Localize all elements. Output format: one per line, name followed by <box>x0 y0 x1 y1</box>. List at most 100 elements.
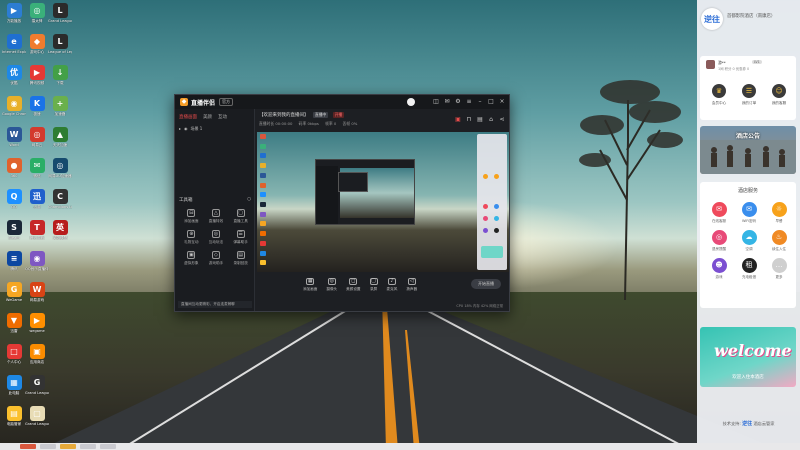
desktop-icon[interactable]: ▶ 腾讯视频 <box>25 65 49 85</box>
desktop-icon[interactable]: ▲ 天天加速 <box>48 127 72 147</box>
desktop-icon[interactable]: ▢ Grand League <box>25 406 49 426</box>
share-icon[interactable]: ⋖ <box>499 117 505 123</box>
service-item[interactable]: ☼ 早餐 <box>764 202 794 224</box>
desktop-icon[interactable]: K 极速 <box>25 96 49 116</box>
welcome-banner[interactable]: welcome 欢迎入住本酒店 <box>700 327 796 387</box>
lock-icon[interactable]: ⊓ <box>466 117 472 123</box>
tab-live-scene[interactable]: 直播画面 <box>179 114 197 120</box>
service-item[interactable]: ☻ 游戏 <box>704 258 734 280</box>
service-item[interactable]: … 更多 <box>764 258 794 280</box>
desktop-icon[interactable]: ▦ 此电脑 <box>2 375 26 395</box>
window-titlebar[interactable]: ◆ 直播伴侣 官方 ◫ ✉ ⚙ ≡ – □ × <box>175 95 509 109</box>
toolbox-item[interactable]: ▣ 虚拟形象 <box>179 251 204 266</box>
control-button[interactable]: ▦ 添加画面 <box>303 278 317 292</box>
tab-beauty[interactable]: 美颜 <box>203 114 212 120</box>
toolbox-item[interactable]: ▢ 直播工具 <box>228 209 253 224</box>
desktop-icon[interactable]: ◎ 网易UU加速器 <box>48 158 72 178</box>
service-item[interactable]: ✉ 在线客服 <box>704 202 734 224</box>
refresh-icon[interactable]: ○ <box>247 197 251 203</box>
control-button[interactable]: ▢ 录屏 <box>369 278 378 292</box>
desktop-icon[interactable]: Q QQ <box>2 189 26 209</box>
user-action[interactable]: ☰ 我的订单 <box>742 84 756 106</box>
desktop-icon[interactable]: LGrand League of <box>48 3 72 23</box>
desktop-icon[interactable]: LLeague of Legends <box>48 34 72 54</box>
close-icon[interactable]: × <box>499 98 505 105</box>
control-button[interactable]: ◁ 扬声器 <box>406 278 417 292</box>
toolbox-item[interactable]: ⊕ 礼物互动 <box>179 230 204 245</box>
start-live-button[interactable]: 开始直播 <box>471 279 501 289</box>
desktop-icon[interactable]: W 网易游戏 <box>25 282 49 302</box>
message-icon[interactable]: ✉ <box>444 98 450 105</box>
toolbox-item[interactable]: ▤ 录制回放 <box>228 251 253 266</box>
eye-icon[interactable]: ◉ <box>184 126 188 131</box>
desktop-icon[interactable]: CChampions League <box>48 189 72 209</box>
desktop-icon[interactable]: T 腾讯游戏 <box>25 220 49 240</box>
service-item[interactable]: ✉ WiFi密码 <box>734 202 764 224</box>
app-version-badge[interactable]: 官方 <box>219 98 234 106</box>
live-preview[interactable] <box>257 132 509 272</box>
taskbar-app-5[interactable] <box>100 444 116 449</box>
desktop-icon[interactable]: ◎ 猿太神 <box>25 3 49 23</box>
desktop-icon[interactable]: ● 360 <box>2 158 26 178</box>
control-button[interactable]: ◎ 摄像头 <box>326 278 337 292</box>
settings-icon[interactable]: ⚙ <box>455 98 461 105</box>
control-icon: ◻ <box>349 278 358 285</box>
skin-icon[interactable]: ◫ <box>433 98 439 105</box>
bottom-notice[interactable]: 直播间互动更精彩，开启连麦畅聊 <box>178 301 252 308</box>
taskbar-app-1[interactable] <box>20 444 36 449</box>
home-icon[interactable]: ⌂ <box>488 117 494 123</box>
expand-icon[interactable]: ▸ <box>179 126 181 131</box>
user-action[interactable]: ♛ 会员中心 <box>712 84 726 106</box>
desktop-icon[interactable]: ◆ 游戏中心 <box>25 34 49 54</box>
desktop-icon[interactable]: GGrand League of <box>25 375 49 395</box>
stream-title[interactable]: 【欢迎来到我的直播间】 <box>259 113 309 118</box>
desktop-icon[interactable]: ▤ 电脑管家 <box>2 406 26 426</box>
desktop-icon[interactable]: ▣ 应用商店 <box>25 344 49 364</box>
service-item[interactable]: 租充电租借 <box>734 258 764 280</box>
maximize-icon[interactable]: □ <box>488 98 494 105</box>
desktop-icon[interactable]: + 加速器 <box>48 96 72 116</box>
desktop-icon[interactable]: ◎ 网易云 <box>25 127 49 147</box>
toolbox-item[interactable]: ☰ 弹幕助手 <box>228 230 253 245</box>
streaming-app-window[interactable]: ◆ 直播伴侣 官方 ◫ ✉ ⚙ ≡ – □ × 直播画面 美颜 互动 ▸ ◉ 场… <box>174 94 510 312</box>
control-button[interactable]: ◻ 美颜设置 <box>346 278 361 292</box>
user-action[interactable]: ☺ 我的客服 <box>772 84 786 106</box>
minimize-icon[interactable]: – <box>477 98 483 105</box>
desktop-icon[interactable]: ✉ 微信 <box>25 158 49 178</box>
desktop-icon[interactable]: eInternet Explorer <box>2 34 26 54</box>
hotel-notice-banner[interactable]: 酒店公告 <box>700 126 796 174</box>
taskbar-app-4[interactable] <box>80 444 96 449</box>
desktop-icon[interactable]: ◉QQ音乐直播伴侣 <box>25 251 49 271</box>
user-card[interactable]: 游** LV1 1间 积分 0 优惠券 0 ♛ 会员中心 ☰ 我的订单 ☺ 我的客服 <box>700 56 796 120</box>
desktop-icon[interactable]: G WeGame <box>2 282 26 302</box>
desktop-icon[interactable]: ▼ 迅雷 <box>2 313 26 333</box>
toolbox-item[interactable]: ◎ 互动玩法 <box>204 230 229 245</box>
desktop-icon[interactable]: 优优酷 <box>2 65 26 85</box>
tab-interact[interactable]: 互动 <box>218 114 227 120</box>
service-item[interactable]: ◎ 退房提醒 <box>704 230 734 252</box>
desktop-icon[interactable]: ≡ 腾讯 <box>2 251 26 271</box>
desktop-icon[interactable]: ◉Google Chrome <box>2 96 26 116</box>
taskbar[interactable] <box>0 443 800 450</box>
toolbox-item[interactable]: ⊟ 添加画面 <box>179 209 204 224</box>
taskbar-app-2[interactable] <box>40 444 56 449</box>
toolbox-item[interactable]: △ 直播特效 <box>204 209 229 224</box>
screen-icon[interactable]: ▣ <box>455 117 461 123</box>
desktop-icon[interactable]: ▶ 万能播放 <box>2 3 26 23</box>
desktop-icon[interactable]: 迅迅游 <box>25 189 49 209</box>
desktop-icon[interactable]: □ 个人中心 <box>2 344 26 364</box>
desktop-icon[interactable]: S Steam <box>2 220 26 240</box>
layout-icon[interactable]: ▤ <box>477 117 483 123</box>
taskbar-app-3[interactable] <box>60 444 76 449</box>
service-item[interactable]: ☁ 空调 <box>734 230 764 252</box>
desktop-icon[interactable]: W Word <box>2 127 26 147</box>
desktop-icon[interactable]: ▶ wegame <box>25 313 49 333</box>
scene-row[interactable]: ▸ ◉ 场景 1 <box>179 125 250 132</box>
control-button[interactable]: ♪ 麦克风 <box>387 278 397 292</box>
desktop-icon[interactable]: 英英雄联盟 <box>48 220 72 240</box>
menu-icon[interactable]: ≡ <box>466 98 472 105</box>
toolbox-item[interactable]: ◇ 游戏助手 <box>204 251 229 266</box>
desktop-icon[interactable]: ↓ 下载 <box>48 65 72 85</box>
service-item[interactable]: ♨ 续住入住 <box>764 230 794 252</box>
user-avatar[interactable] <box>407 98 415 106</box>
